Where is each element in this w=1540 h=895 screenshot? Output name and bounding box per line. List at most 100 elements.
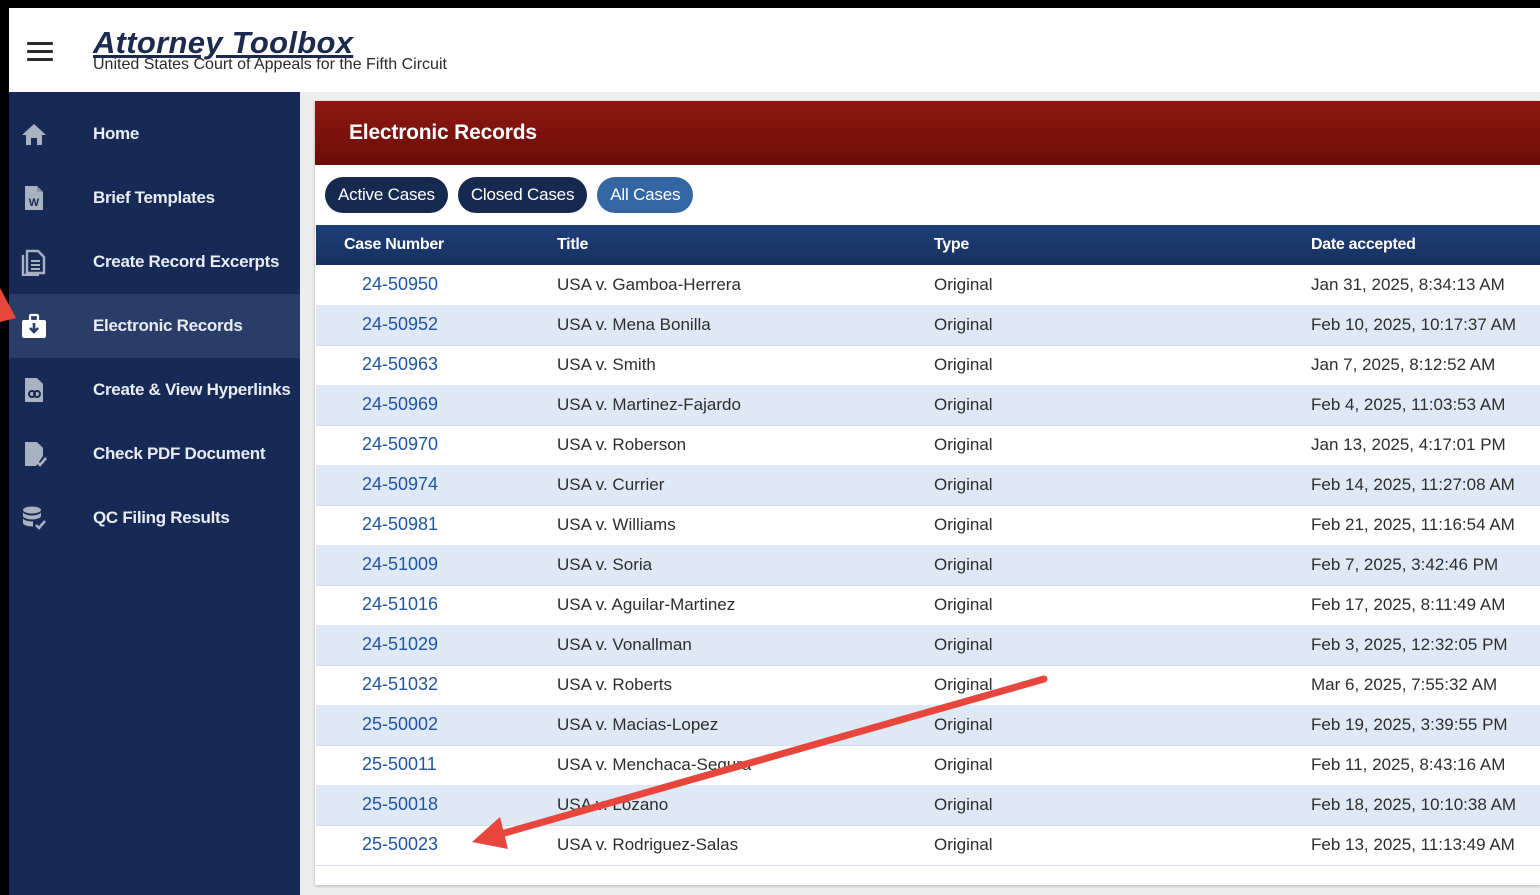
case-title: USA v. Smith (557, 355, 656, 374)
sidebar-item-create-view-hyperlinks[interactable]: Create & View Hyperlinks (9, 358, 300, 422)
date-accepted: Feb 21, 2025, 11:16:54 AM (1311, 515, 1515, 534)
date-accepted: Feb 14, 2025, 11:27:08 AM (1311, 475, 1515, 494)
case-number-link[interactable]: 25-50023 (362, 834, 438, 855)
case-type: Original (934, 275, 993, 294)
case-type: Original (934, 395, 993, 414)
sidebar-item-label: Brief Templates (93, 188, 215, 207)
case-number-link[interactable]: 24-51029 (362, 634, 438, 655)
table-row[interactable]: 25-50011 USA v. Menchaca-Segura Original Fe… (316, 745, 1540, 786)
sidebar-item-check-pdf-document[interactable]: Check PDF Document (9, 422, 300, 486)
date-accepted: Jan 13, 2025, 4:17:01 PM (1311, 435, 1506, 454)
active-cases-button[interactable]: Active Cases (325, 177, 448, 213)
download-briefcase-icon (20, 312, 48, 340)
case-type: Original (934, 675, 993, 694)
app-subtitle: United States Court of Appeals for the F… (93, 56, 447, 73)
sidebar-item-label: Create Record Excerpts (93, 252, 280, 271)
case-type: Original (934, 555, 993, 574)
case-type: Original (934, 355, 993, 374)
date-accepted: Jan 31, 2025, 8:34:13 AM (1311, 275, 1505, 294)
date-accepted: Feb 10, 2025, 10:17:37 AM (1311, 315, 1517, 334)
case-title: USA v. Gamboa-Herrera (557, 275, 741, 294)
column-header-date-accepted[interactable]: Date accepted (1311, 236, 1416, 254)
sidebar-item-label: Check PDF Document (93, 444, 266, 463)
case-number-link[interactable]: 25-50018 (362, 794, 438, 815)
case-type: Original (934, 755, 993, 774)
column-header-case-number[interactable]: Case Number (344, 236, 444, 254)
case-title: USA v. Lozano (557, 795, 669, 814)
case-number-link[interactable]: 25-50002 (362, 714, 438, 735)
table-row[interactable]: 25-50002 USA v. Macias-Lopez Original Feb 1… (316, 705, 1540, 746)
table-row[interactable]: 25-50023 USA v. Rodriguez-Salas Original Fe… (316, 825, 1540, 866)
case-number-link[interactable]: 24-50970 (362, 434, 438, 455)
case-title: USA v. Rodriguez-Salas (557, 835, 739, 854)
case-type: Original (934, 635, 993, 654)
svg-text:W: W (29, 197, 40, 209)
table-row[interactable]: 24-50963 USA v. Smith Original Jan 7, 2025,… (316, 345, 1540, 386)
date-accepted: Feb 19, 2025, 3:39:55 PM (1311, 715, 1508, 734)
table-row[interactable]: 24-50974 USA v. Currier Original Feb 14, 20… (316, 465, 1540, 506)
date-accepted: Feb 3, 2025, 12:32:05 PM (1311, 635, 1508, 654)
table-row[interactable]: 24-50950 USA v. Gamboa-Herrera Original Jan… (316, 265, 1540, 306)
sidebar-item-label: Electronic Records (93, 316, 243, 335)
case-number-link[interactable]: 24-51009 (362, 554, 438, 575)
electronic-records-panel: Electronic Records Active Cases Closed C… (315, 101, 1540, 885)
case-title: USA v. Aguilar-Martinez (557, 595, 736, 614)
database-check-icon (20, 504, 48, 532)
case-number-link[interactable]: 24-50981 (362, 514, 438, 535)
column-header-title[interactable]: Title (557, 236, 588, 254)
sidebar-item-brief-templates[interactable]: W Brief Templates (9, 166, 300, 230)
table-row[interactable]: 24-51016 USA v. Aguilar-Martinez Original F… (316, 585, 1540, 626)
case-type: Original (934, 515, 993, 534)
table-row[interactable]: 24-50969 USA v. Martinez-Fajardo Original F… (316, 385, 1540, 426)
case-type: Original (934, 795, 993, 814)
link-document-icon (20, 376, 48, 404)
case-type: Original (934, 595, 993, 614)
case-number-link[interactable]: 24-51016 (362, 594, 438, 615)
closed-cases-button[interactable]: Closed Cases (457, 177, 588, 213)
panel-header: Electronic Records (315, 101, 1540, 165)
sidebar-item-label: QC Filing Results (93, 508, 230, 527)
document-check-icon (20, 440, 48, 468)
date-accepted: Feb 17, 2025, 8:11:49 AM (1311, 595, 1506, 614)
case-title: USA v. Mena Bonilla (557, 315, 711, 334)
case-title: USA v. Macias-Lopez (557, 715, 719, 734)
table-row[interactable]: 24-51029 USA v. Vonallman Original Feb 3, 2… (316, 625, 1540, 666)
case-title: USA v. Currier (557, 475, 665, 494)
case-number-link[interactable]: 24-51032 (362, 674, 438, 695)
sidebar-item-home[interactable]: Home (9, 102, 300, 166)
table-row[interactable]: 24-51009 USA v. Soria Original Feb 7, 2025,… (316, 545, 1540, 586)
sidebar-item-electronic-records[interactable]: Electronic Records (9, 294, 300, 358)
column-header-type[interactable]: Type (934, 236, 969, 254)
table-row[interactable]: 25-50018 USA v. Lozano Original Feb 18, 202… (316, 785, 1540, 826)
case-number-link[interactable]: 24-50969 (362, 394, 438, 415)
table-row[interactable]: 24-51032 USA v. Roberts Original Mar 6, 202… (316, 665, 1540, 706)
date-accepted: Feb 7, 2025, 3:42:46 PM (1311, 555, 1499, 574)
case-type: Original (934, 315, 993, 334)
sidebar-item-qc-filing-results[interactable]: QC Filing Results (9, 486, 300, 550)
case-number-link[interactable]: 24-50950 (362, 274, 438, 295)
case-number-link[interactable]: 25-50011 (362, 754, 437, 775)
date-accepted: Feb 13, 2025, 11:13:49 AM (1311, 835, 1515, 854)
case-title: USA v. Soria (557, 555, 653, 574)
date-accepted: Jan 7, 2025, 8:12:52 AM (1311, 355, 1496, 374)
sidebar-item-create-record-excerpts[interactable]: Create Record Excerpts (9, 230, 300, 294)
case-title: USA v. Menchaca-Segura (557, 755, 752, 774)
case-number-link[interactable]: 24-50963 (362, 354, 438, 375)
hamburger-menu-icon[interactable] (27, 42, 53, 62)
sidebar: Home W Brief Templates Create Record Exc… (9, 92, 300, 895)
table-row[interactable]: 24-50970 USA v. Roberson Original Jan 13, 2… (316, 425, 1540, 466)
table-row[interactable]: 24-50952 USA v. Mena Bonilla Original Feb 1… (316, 305, 1540, 346)
home-icon (20, 120, 48, 148)
sidebar-item-label: Create & View Hyperlinks (93, 380, 291, 399)
case-number-link[interactable]: 24-50974 (362, 474, 438, 495)
app-header: Attorney Toolbox United States Court of … (9, 8, 1540, 92)
date-accepted: Feb 18, 2025, 10:10:38 AM (1311, 795, 1517, 814)
table-row[interactable]: 24-50981 USA v. Williams Original Feb 21, 2… (316, 505, 1540, 546)
case-title: USA v. Roberts (557, 675, 672, 694)
case-type: Original (934, 475, 993, 494)
case-filter-group: Active Cases Closed Cases All Cases (325, 177, 694, 213)
app-title[interactable]: Attorney Toolbox (93, 26, 353, 60)
case-title: USA v. Vonallman (557, 635, 692, 654)
all-cases-button[interactable]: All Cases (597, 177, 694, 213)
case-number-link[interactable]: 24-50952 (362, 314, 438, 335)
